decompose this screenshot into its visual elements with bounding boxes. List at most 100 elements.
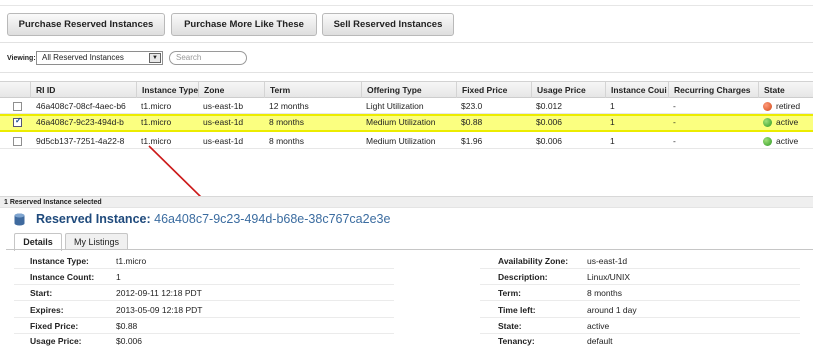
chevron-down-icon[interactable]: ▼ bbox=[149, 53, 161, 63]
detail-label: Instance Type: bbox=[30, 256, 89, 266]
detail-label: Fixed Price: bbox=[30, 321, 79, 331]
detail-row-divider bbox=[14, 268, 394, 269]
search-input[interactable]: Search bbox=[169, 51, 247, 65]
table-header: RI ID Instance Type Zone Term Offering T… bbox=[0, 81, 813, 98]
term-cell: 8 months bbox=[269, 136, 304, 146]
detail-label: Expires: bbox=[30, 305, 64, 315]
ri-id-cell: 46a408c7-08cf-4aec-b6 bbox=[36, 101, 126, 111]
viewing-select-value: All Reserved Instances bbox=[42, 53, 124, 62]
viewing-select[interactable]: All Reserved Instances ▼ bbox=[36, 51, 163, 65]
ri-id-cell: 9d5cb137-7251-4a22-8 bbox=[36, 136, 125, 146]
detail-label: State: bbox=[498, 321, 522, 331]
recurring-charges-cell: - bbox=[673, 117, 676, 127]
viewing-label: Viewing: bbox=[7, 55, 36, 62]
detail-row-divider bbox=[14, 317, 394, 318]
database-icon bbox=[14, 213, 25, 226]
detail-value: active bbox=[587, 321, 610, 331]
recurring-charges-cell: - bbox=[673, 101, 676, 111]
fixed-price-cell: $1.96 bbox=[461, 136, 483, 146]
usage-price-cell: $0.012 bbox=[536, 101, 562, 111]
instance-type-cell: t1.micro bbox=[141, 101, 172, 111]
column-header[interactable]: Instance Coui bbox=[605, 82, 668, 98]
detail-row-divider bbox=[480, 284, 800, 285]
toolbar-divider bbox=[0, 42, 813, 43]
instance-count-cell: 1 bbox=[610, 101, 615, 111]
column-header[interactable]: Offering Type bbox=[361, 82, 456, 98]
selection-count-bar: 1 Reserved Instance selected bbox=[0, 196, 813, 208]
instance-count-cell: 1 bbox=[610, 136, 615, 146]
purchase-more-button[interactable]: Purchase More Like These bbox=[171, 13, 317, 36]
row-checkbox[interactable] bbox=[13, 137, 22, 146]
detail-value: 1 bbox=[116, 272, 121, 282]
zone-cell: us-east-1d bbox=[203, 136, 244, 146]
column-header[interactable]: Term bbox=[264, 82, 361, 98]
sell-reserved-button[interactable]: Sell Reserved Instances bbox=[322, 13, 454, 36]
detail-value: Linux/UNIX bbox=[587, 272, 630, 282]
filter-divider bbox=[0, 72, 813, 73]
instance-count-cell: 1 bbox=[610, 117, 615, 127]
detail-value: around 1 day bbox=[587, 305, 637, 315]
zone-cell: us-east-1b bbox=[203, 101, 244, 111]
tab-my-listings[interactable]: My Listings bbox=[65, 233, 128, 250]
column-header[interactable]: RI ID bbox=[30, 82, 136, 98]
detail-title-label: Reserved Instance: bbox=[36, 212, 151, 226]
detail-value: $0.006 bbox=[116, 336, 142, 346]
detail-value: 2013-05-09 12:18 PDT bbox=[116, 305, 203, 315]
row-checkbox[interactable] bbox=[13, 102, 22, 111]
column-header[interactable]: State bbox=[758, 82, 813, 98]
ri-id-cell: 46a408c7-9c23-494d-b bbox=[36, 117, 124, 127]
row-checkbox-checked[interactable] bbox=[13, 116, 22, 127]
active-status-icon bbox=[763, 137, 772, 146]
column-header[interactable]: Zone bbox=[198, 82, 264, 98]
column-header[interactable]: Usage Price bbox=[531, 82, 605, 98]
fixed-price-cell: $0.88 bbox=[461, 117, 483, 127]
purchase-reserved-button[interactable]: Purchase Reserved Instances bbox=[7, 13, 165, 36]
detail-row-divider bbox=[480, 317, 800, 318]
detail-label: Term: bbox=[498, 288, 521, 298]
detail-row-divider bbox=[14, 284, 394, 285]
table-row[interactable]: 46a408c7-08cf-4aec-b6 t1.micro us-east-1… bbox=[0, 99, 813, 114]
column-header[interactable]: Recurring Charges bbox=[668, 82, 758, 98]
usage-price-cell: $0.006 bbox=[536, 117, 562, 127]
column-header[interactable]: Instance Type bbox=[136, 82, 198, 98]
detail-row-divider bbox=[14, 300, 394, 301]
active-status-icon bbox=[763, 118, 772, 127]
detail-label: Time left: bbox=[498, 305, 536, 315]
detail-value: 8 months bbox=[587, 288, 622, 298]
state-cell: active bbox=[776, 136, 799, 146]
detail-value: t1.micro bbox=[116, 256, 147, 266]
instance-type-cell: t1.micro bbox=[141, 136, 172, 146]
table-row-selected[interactable]: 46a408c7-9c23-494d-b t1.micro us-east-1d… bbox=[0, 114, 813, 132]
top-divider bbox=[0, 5, 813, 6]
column-header[interactable]: Fixed Price bbox=[456, 82, 531, 98]
detail-title: Reserved Instance: 46a408c7-9c23-494d-b6… bbox=[36, 212, 390, 226]
fixed-price-cell: $23.0 bbox=[461, 101, 483, 111]
detail-label: Instance Count: bbox=[30, 272, 95, 282]
detail-label: Availability Zone: bbox=[498, 256, 569, 266]
header-select-column bbox=[0, 82, 30, 98]
detail-label: Description: bbox=[498, 272, 548, 282]
detail-row-divider bbox=[480, 333, 800, 334]
offering-type-cell: Medium Utilization bbox=[366, 136, 436, 146]
detail-row-divider bbox=[480, 300, 800, 301]
usage-price-cell: $0.006 bbox=[536, 136, 562, 146]
detail-value: us-east-1d bbox=[587, 256, 628, 266]
recurring-charges-cell: - bbox=[673, 136, 676, 146]
term-cell: 8 months bbox=[269, 117, 304, 127]
term-cell: 12 months bbox=[269, 101, 309, 111]
detail-value: $0.88 bbox=[116, 321, 138, 331]
detail-label: Tenancy: bbox=[498, 336, 535, 346]
detail-value: default bbox=[587, 336, 613, 346]
detail-row-divider bbox=[480, 268, 800, 269]
state-cell: active bbox=[776, 117, 799, 127]
zone-cell: us-east-1d bbox=[203, 117, 244, 127]
retired-status-icon bbox=[763, 102, 772, 111]
detail-row-divider bbox=[14, 333, 394, 334]
instance-type-cell: t1.micro bbox=[141, 117, 172, 127]
detail-value: 2012-09-11 12:18 PDT bbox=[116, 288, 202, 298]
detail-label: Usage Price: bbox=[30, 336, 82, 346]
table-row[interactable]: 9d5cb137-7251-4a22-8 t1.micro us-east-1d… bbox=[0, 134, 813, 149]
offering-type-cell: Medium Utilization bbox=[366, 117, 436, 127]
state-cell: retired bbox=[776, 101, 801, 111]
detail-label: Start: bbox=[30, 288, 53, 298]
